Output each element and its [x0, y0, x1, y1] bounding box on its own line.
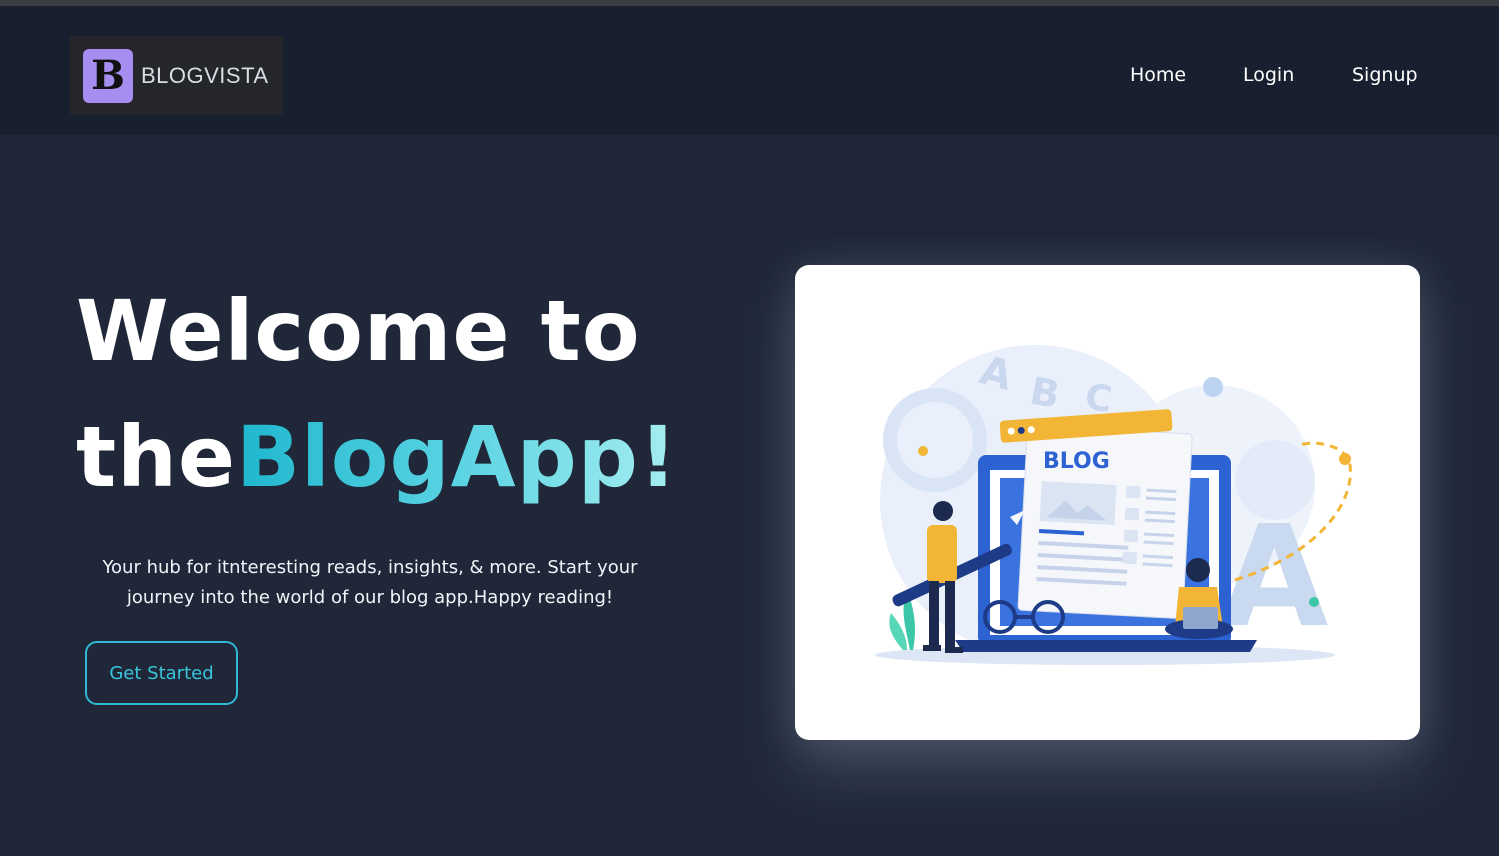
nav-home-link[interactable]: Home: [1130, 64, 1186, 86]
decor-dot-yellow: [918, 446, 928, 456]
blog-illustration: A B C A BLOG: [875, 345, 1352, 665]
decor-dot: [1203, 377, 1223, 397]
nav-signup-link[interactable]: Signup: [1352, 64, 1418, 86]
nav-login-link[interactable]: Login: [1243, 64, 1294, 86]
laptop-base: [955, 640, 1257, 652]
get-started-button[interactable]: Get Started: [85, 641, 238, 705]
hero-title-line1: Welcome to: [76, 282, 641, 380]
orbit-dot: [1339, 453, 1351, 465]
big-letter-a: A: [1220, 496, 1328, 659]
hero-title-accent: BlogApp!: [235, 408, 679, 506]
hero-title: Welcome to theBlogApp!: [76, 268, 726, 520]
decor-dot-green: [1309, 597, 1319, 607]
hero-illustration-card: A B C A BLOG: [795, 265, 1420, 740]
navbar: B BLOGVISTA Home Login Signup: [0, 6, 1499, 135]
hero-subtitle: Your hub for itnteresting reads, insight…: [102, 557, 638, 608]
hero-title-the: the: [76, 408, 236, 506]
nav-links: Home Login Signup: [0, 64, 1499, 94]
blog-label: BLOG: [1043, 449, 1110, 474]
